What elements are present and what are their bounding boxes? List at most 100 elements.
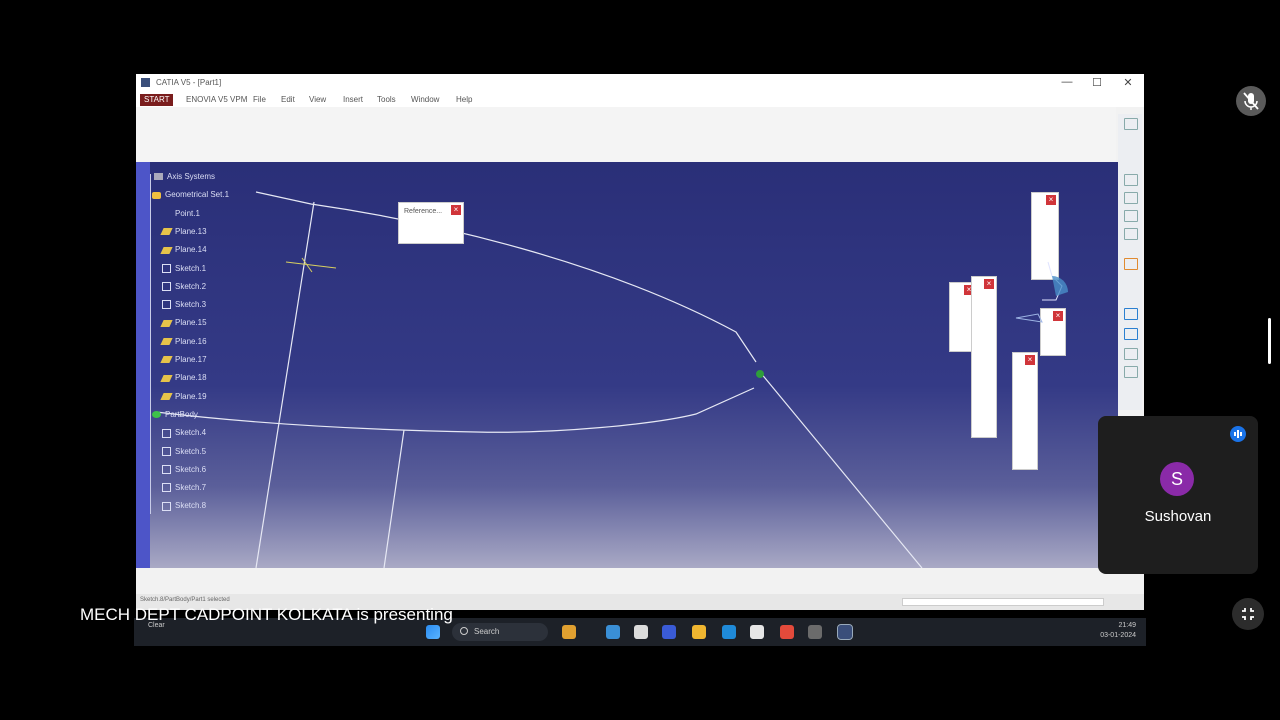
clock-time: 21:49 [1118,622,1136,629]
tree-node-label: Plane.17 [175,355,207,364]
menu-tools[interactable]: Tools [377,95,396,104]
fullscreen-button[interactable] [1232,598,1264,630]
catia-taskbar-icon[interactable] [837,624,853,640]
tree-spine [150,174,151,514]
plane-icon [160,356,173,364]
tree-node[interactable]: Plane.18 [160,373,207,385]
card-close-icon[interactable]: × [984,279,994,289]
close-button[interactable]: ✕ [1113,76,1143,89]
search-placeholder: Search [474,627,500,636]
sketch-icon [162,282,171,292]
sketch-icon [162,300,171,310]
window-title: CATIA V5 - [Part1] [156,78,222,87]
tree-node-label: PartBody [165,409,198,419]
tree-node[interactable]: Plane.16 [160,336,207,349]
placeholder-card[interactable]: × [1012,352,1038,470]
menu-view[interactable]: View [309,95,326,104]
tree-node-label: Sketch.2 [175,281,207,291]
tree-node[interactable]: Sketch.8 [162,501,206,513]
folder-icon[interactable] [692,625,706,639]
placeholder-card[interactable]: × [971,276,997,438]
tree-node[interactable]: Sketch.3 [162,300,206,312]
edge-icon[interactable] [722,625,736,639]
axis-triad-icon [285,257,337,273]
side-scrollbar[interactable] [1266,318,1274,364]
tree-node[interactable]: Geometrical Set.1 [152,190,229,202]
menu-insert[interactable]: Insert [343,95,363,104]
mic-off-icon[interactable] [1236,86,1266,116]
3d-viewport[interactable]: Axis Systems Geometrical Set.1 Point.1 Plan… [136,162,1118,568]
tool-icon[interactable] [1124,366,1138,378]
tree-node[interactable]: Plane.17 [160,355,207,367]
maximize-button[interactable]: ☐ [1082,76,1112,89]
tool-icon[interactable] [1124,118,1138,130]
tree-node[interactable]: Sketch.7 [162,483,206,495]
tree-node-label: Plane.14 [175,245,207,255]
point-icon [162,210,171,217]
tool-icon[interactable] [1124,308,1138,320]
search-icon [460,627,468,635]
guide-line-mid [383,429,405,568]
toolbar-area [136,107,1116,163]
geometrical-set-icon [152,191,161,199]
app-icon[interactable] [606,625,620,639]
menu-help[interactable]: Help [456,95,472,104]
menu-file[interactable]: File [253,95,266,104]
status-text: Sketch.8/PartBody/Part1 selected [140,597,230,603]
tree-node[interactable]: Sketch.1 [162,264,206,276]
speaking-indicator-icon [1230,426,1246,442]
participant-avatar: S [1160,462,1194,496]
tree-node[interactable]: Plane.14 [160,245,207,257]
tool-icon[interactable] [1124,228,1138,240]
tree-node[interactable]: Sketch.4 [162,428,206,440]
card-close-icon[interactable]: × [1025,355,1035,365]
reference-card[interactable]: Reference... × [398,202,464,244]
tool-icon[interactable] [1124,210,1138,222]
task-view-icon[interactable] [634,625,648,639]
compass-icon[interactable] [1012,256,1082,326]
terminal-icon[interactable] [808,625,822,639]
tree-node[interactable]: Plane.13 [160,227,207,239]
tool-icon[interactable] [1124,174,1138,186]
command-input[interactable] [902,598,1104,606]
tree-node[interactable]: Axis Systems [154,172,215,184]
tool-icon[interactable] [1124,348,1138,360]
minimize-button[interactable]: — [1052,76,1082,88]
point-marker [756,370,764,378]
tree-node[interactable]: Plane.15 [160,318,207,330]
tool-icon[interactable] [1124,328,1138,340]
start-menu[interactable]: START [140,94,174,106]
chrome-icon[interactable] [780,625,794,639]
system-tray[interactable]: 21:49 03-01-2024 [1100,621,1136,641]
catia-logo-icon [141,78,150,87]
tree-node-label: Plane.18 [175,373,207,383]
tool-icon[interactable] [1124,192,1138,204]
windows-start-icon[interactable] [426,625,440,639]
taskbar-search[interactable]: Search [452,623,548,641]
tree-node-label: Sketch.3 [175,300,207,310]
store-icon[interactable] [750,625,764,639]
tree-node-label: Geometrical Set.1 [165,190,230,200]
widget-icon[interactable] [562,625,576,639]
tree-node[interactable]: PartBody [152,410,198,422]
catia-window: CATIA V5 - [Part1] — ☐ ✕ START ENOVIA V5… [136,74,1144,610]
card-close-icon[interactable]: × [1046,195,1056,205]
tree-node[interactable]: Plane.19 [160,392,207,404]
tree-node[interactable]: Point.1 [162,209,200,221]
menu-edit[interactable]: Edit [281,95,295,104]
meet-icon[interactable] [662,625,676,639]
participant-tile[interactable]: S Sushovan [1098,416,1258,574]
sketch-icon [162,465,171,475]
tree-node-label: Axis Systems [167,172,216,181]
tool-icon[interactable] [1124,258,1138,270]
tree-node[interactable]: Sketch.6 [162,465,206,477]
guide-line-right [759,371,923,568]
reference-card-label: Reference... [404,208,443,215]
reference-card-close[interactable]: × [451,205,461,215]
title-bar: CATIA V5 - [Part1] — ☐ ✕ [136,74,1144,93]
menu-window[interactable]: Window [411,95,439,104]
menu-enovia[interactable]: ENOVIA V5 VPM [186,95,247,104]
tree-node[interactable]: Sketch.5 [162,447,206,459]
tree-node-label: Plane.16 [175,336,207,346]
tree-node[interactable]: Sketch.2 [162,282,206,294]
